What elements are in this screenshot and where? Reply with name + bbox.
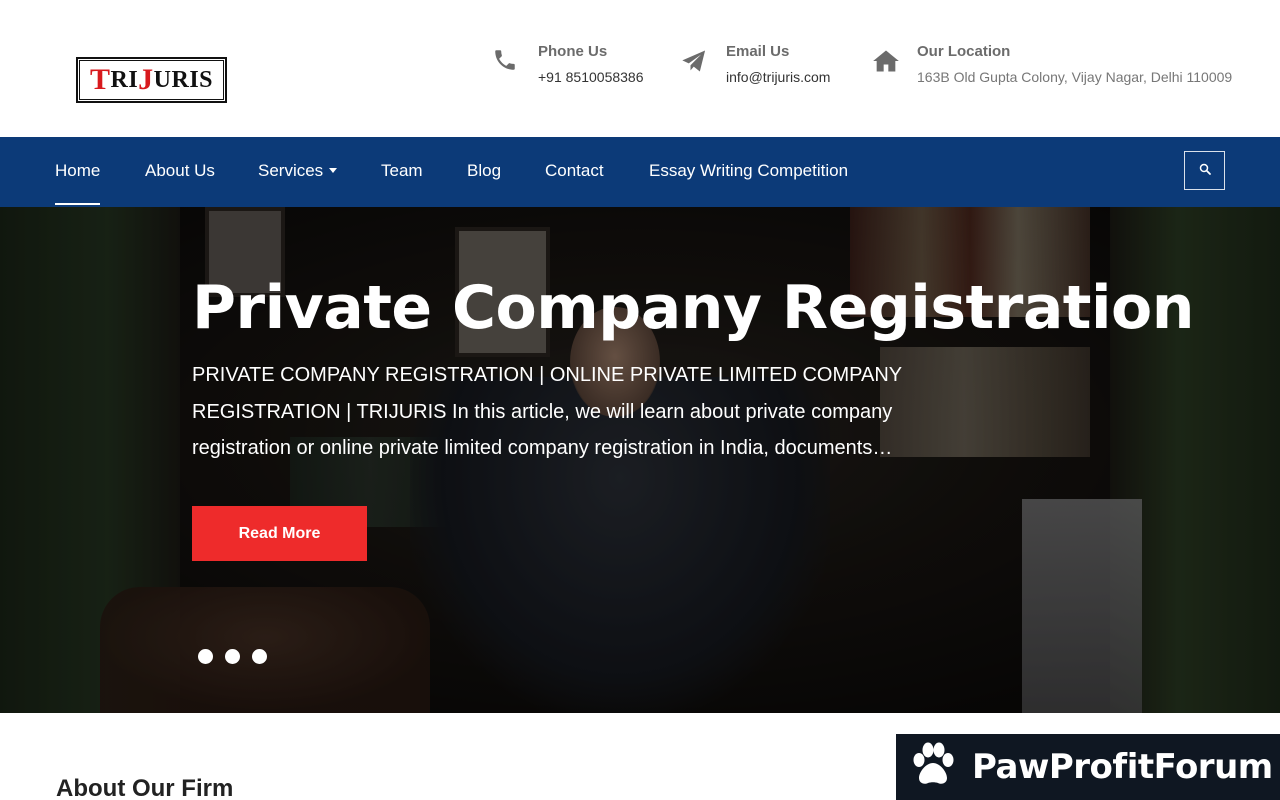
nav-contact[interactable]: Contact — [545, 137, 604, 207]
contact-email-value[interactable]: info@trijuris.com — [726, 67, 830, 87]
phone-icon — [492, 47, 522, 77]
caret-down-icon — [329, 168, 338, 174]
site-header: T RI J URIS Phone Us +91 8510058386 Email U… — [0, 0, 1280, 137]
home-icon — [871, 47, 901, 77]
main-navbar: Home About Us Services Team Blog Contact… — [0, 137, 1280, 207]
logo-letters-ri: RI — [110, 66, 139, 93]
nav-essay-writing-competition[interactable]: Essay Writing Competition — [649, 137, 848, 207]
logo-letters-uris: URIS — [153, 66, 214, 93]
paper-plane-icon — [680, 47, 710, 77]
nav-blog[interactable]: Blog — [467, 137, 501, 207]
hero-title: Private Company Registration — [192, 273, 1195, 343]
slider-dot-2[interactable] — [225, 649, 240, 664]
contact-phone: Phone Us +91 8510058386 — [492, 42, 644, 87]
slider-dot-3[interactable] — [252, 649, 267, 664]
nav-home[interactable]: Home — [55, 137, 101, 207]
logo-letter-j: J — [138, 63, 154, 96]
nav-about-us[interactable]: About Us — [145, 137, 215, 207]
contact-email: Email Us info@trijuris.com — [680, 42, 830, 87]
nav-team[interactable]: Team — [381, 137, 423, 207]
slider-dots — [198, 649, 267, 664]
nav-services-label: Services — [258, 161, 324, 180]
contact-location-value: 163B Old Gupta Colony, Vijay Nagar, Delh… — [917, 69, 1233, 85]
hero-description: PRIVATE COMPANY REGISTRATION | ONLINE PR… — [192, 364, 902, 459]
contact-phone-value[interactable]: +91 8510058386 — [538, 67, 644, 87]
trijuris-logo[interactable]: T RI J URIS — [76, 57, 227, 103]
contact-location: Our Location 163B Old Gupta Colony, Vija… — [871, 42, 1232, 87]
logo-letter-t: T — [89, 63, 111, 96]
logo-wordmark: T RI J URIS — [79, 60, 224, 100]
read-more-button[interactable]: Read More — [192, 506, 367, 561]
search-icon — [1199, 162, 1211, 180]
pawprofitforum-watermark: PawProfitForum — [896, 734, 1280, 800]
contact-email-title: Email Us — [726, 43, 790, 60]
search-button[interactable] — [1184, 151, 1225, 190]
hero-slider: Private Company Registration PRIVATE COM… — [0, 207, 1280, 713]
paw-icon — [906, 738, 960, 797]
about-section-title: About Our Firm — [56, 775, 234, 800]
contact-phone-title: Phone Us — [538, 43, 608, 60]
nav-services[interactable]: Services — [258, 137, 338, 207]
watermark-text: PawProfitForum — [972, 747, 1273, 787]
slider-dot-1[interactable] — [198, 649, 213, 664]
contact-location-title: Our Location — [917, 43, 1011, 60]
